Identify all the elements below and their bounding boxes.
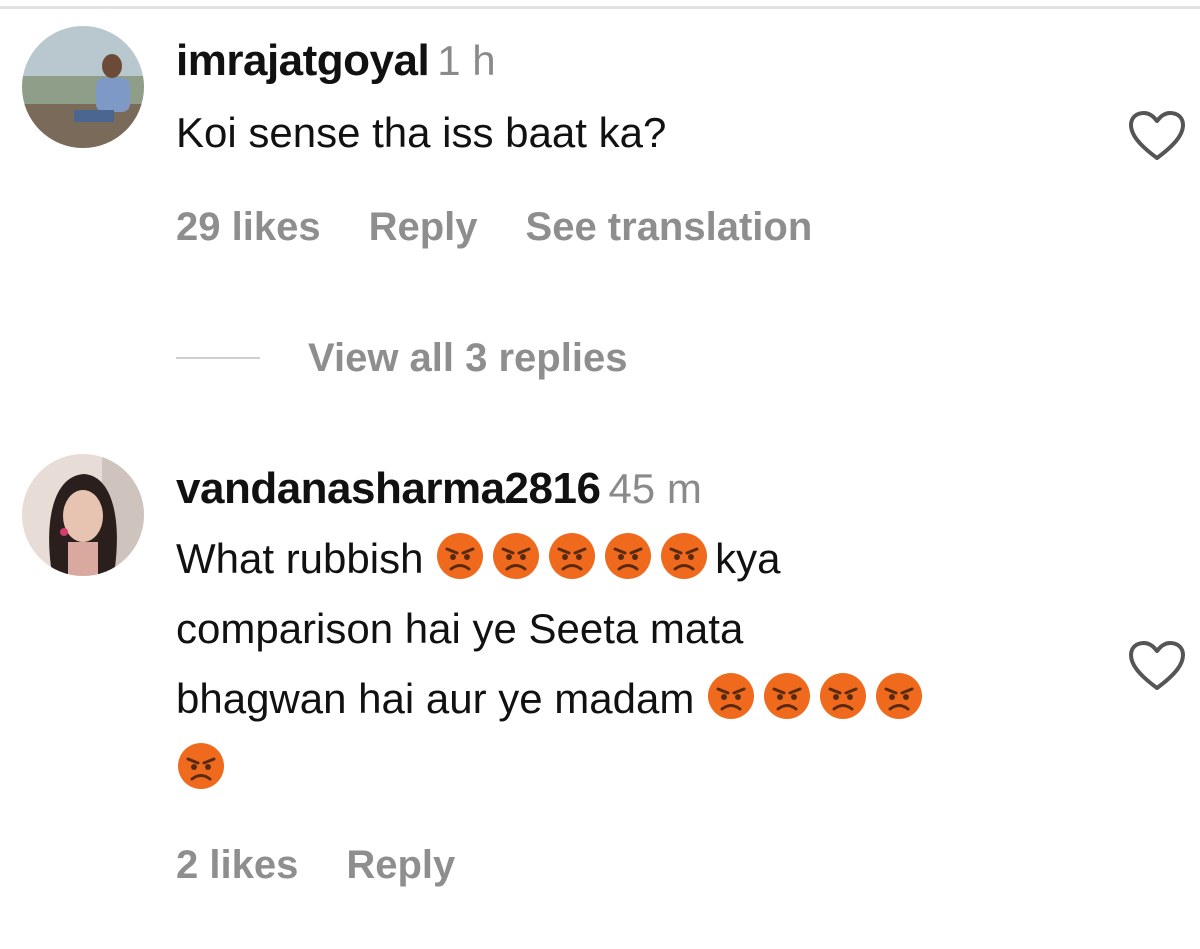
text-fragment: bhagwan hai aur ye madam	[176, 675, 695, 722]
comment-text-line-3: bhagwan hai aur ye madam	[176, 664, 930, 734]
angry-face-emoji	[659, 531, 709, 581]
timestamp: 45 m	[608, 465, 702, 512]
timestamp: 1 h	[437, 37, 496, 84]
reply-button[interactable]: Reply	[369, 205, 478, 249]
likes-count[interactable]: 2 likes	[176, 843, 298, 887]
angry-face-emoji	[706, 671, 756, 721]
comment-actions: 29 likes Reply See translation	[176, 205, 860, 250]
replies-divider	[176, 357, 260, 359]
angry-face-emoji	[818, 671, 868, 721]
comment-header: imrajatgoyal 1 h	[176, 36, 496, 86]
comment-actions: 2 likes Reply	[176, 843, 503, 888]
avatar-imrajatgoyal[interactable]	[22, 26, 144, 148]
text-fragment: What rubbish	[176, 535, 424, 582]
angry-face-emoji	[547, 531, 597, 581]
heart-icon[interactable]	[1128, 110, 1186, 162]
comment-text-line-2: comparison hai ye Seeta mata	[176, 605, 744, 652]
likes-count[interactable]: 29 likes	[176, 205, 321, 249]
top-divider	[0, 6, 1200, 9]
avatar-photo	[22, 454, 144, 576]
angry-face-emoji	[491, 531, 541, 581]
comment-text-line-4	[176, 734, 232, 804]
angry-face-emoji	[603, 531, 653, 581]
heart-icon[interactable]	[1128, 640, 1186, 692]
comment-text-line-1: What rubbish kya	[176, 524, 780, 594]
angry-face-emoji	[435, 531, 485, 581]
username[interactable]: vandanasharma2816	[176, 464, 601, 513]
text-fragment: kya	[715, 535, 781, 582]
view-replies-row[interactable]: View all 3 replies	[176, 332, 627, 384]
comment-header: vandanasharma2816 45 m	[176, 464, 702, 514]
avatar-vandanasharma2816[interactable]	[22, 454, 144, 576]
reply-button[interactable]: Reply	[346, 843, 455, 887]
angry-face-emoji	[874, 671, 924, 721]
username[interactable]: imrajatgoyal	[176, 36, 430, 85]
see-translation-button[interactable]: See translation	[526, 205, 813, 249]
angry-face-emoji	[762, 671, 812, 721]
angry-face-emoji	[176, 741, 226, 791]
comment-text: Koi sense tha iss baat ka?	[176, 109, 667, 156]
view-replies-button[interactable]: View all 3 replies	[308, 336, 627, 381]
avatar-photo	[22, 26, 144, 148]
